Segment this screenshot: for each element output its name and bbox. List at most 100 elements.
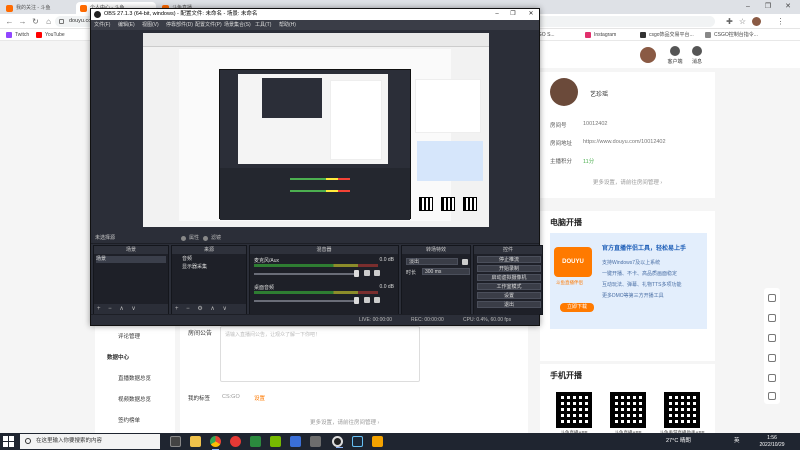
app-icon[interactable] xyxy=(230,436,241,447)
speaker-icon[interactable] xyxy=(364,270,370,276)
download-button[interactable]: 立即下载 xyxy=(560,303,594,312)
filters-button[interactable]: 滤镜 xyxy=(203,235,221,242)
volume-slider[interactable] xyxy=(254,300,358,302)
sidebar-item-video-data[interactable]: 视频数据总览 xyxy=(118,395,151,403)
steam-icon[interactable] xyxy=(352,436,363,447)
menu-view[interactable]: 视图(V) xyxy=(142,20,159,30)
exit-button[interactable]: 退出 xyxy=(477,301,541,308)
menu-tools[interactable]: 工具(T) xyxy=(255,20,271,30)
studio-mode-button[interactable]: 工作室模式 xyxy=(477,283,541,290)
menu-help[interactable]: 帮助(H) xyxy=(279,20,296,30)
headset-icon[interactable] xyxy=(768,354,776,362)
live-banner[interactable]: DOUYU 斗鱼直播伴侣 官方直播伴侣工具，轻松易上手 支持Windows7及以… xyxy=(550,233,707,329)
obs-close-button[interactable]: ✕ xyxy=(523,9,539,20)
virtual-camera-button[interactable]: 启动虚拟摄像机 xyxy=(477,274,541,281)
settings-button[interactable]: 设置 xyxy=(477,292,541,299)
chrome-icon[interactable] xyxy=(210,436,221,450)
gear-icon[interactable] xyxy=(374,270,380,276)
clock[interactable]: 1:56 2022/10/29 xyxy=(752,435,792,448)
app-icon[interactable] xyxy=(372,436,383,447)
gear-icon[interactable] xyxy=(374,297,380,303)
obs-preview-canvas[interactable] xyxy=(143,33,489,227)
bookmark-item[interactable]: Instagram xyxy=(585,30,616,40)
pc-live-card: 电脑开播 DOUYU 斗鱼直播伴侣 官方直播伴侣工具，轻松易上手 支持Windo… xyxy=(540,211,715,361)
avatar[interactable] xyxy=(640,47,656,63)
profile-more-link[interactable]: 更多设置，请前往房间管理 › xyxy=(540,178,715,186)
transition-select[interactable]: 淡出 xyxy=(406,258,458,265)
minimize-button[interactable]: – xyxy=(740,0,756,14)
gear-icon[interactable] xyxy=(462,259,468,265)
nvidia-icon[interactable] xyxy=(270,436,281,447)
sidebar-item-data-center[interactable]: 数据中心 xyxy=(107,353,129,361)
speaker-icon[interactable] xyxy=(364,297,370,303)
back-icon[interactable]: ← xyxy=(4,16,15,27)
volume-knob[interactable] xyxy=(354,270,359,277)
windows-taskbar: 在这里输入你要搜索的内容 27°C 晴朗 英 1:56 2022/10/29 xyxy=(0,433,800,450)
close-button[interactable]: ✕ xyxy=(780,0,796,14)
field-value: https://www.douyu.com/10012402 xyxy=(583,139,666,145)
star-icon[interactable]: ☆ xyxy=(737,16,748,27)
maximize-button[interactable]: ❐ xyxy=(760,0,776,14)
bookmark-item[interactable]: csgo饰品交易平台... xyxy=(640,30,694,40)
windows-start-icon[interactable] xyxy=(3,436,14,447)
sidebar-item-rankings[interactable]: 签约榜单 xyxy=(118,416,140,424)
extensions-icon[interactable]: ✚ xyxy=(724,16,735,27)
stop-streaming-button[interactable]: 停止推流 xyxy=(477,256,541,263)
menu-dots-icon[interactable]: ⋮ xyxy=(775,16,786,27)
volume-knob[interactable] xyxy=(354,297,359,304)
scene-item[interactable]: 场景 xyxy=(96,256,166,263)
browser-profile-avatar[interactable] xyxy=(752,17,761,26)
reload-icon[interactable]: ↻ xyxy=(30,16,41,27)
menu-scene-collection[interactable]: 场景集合(S) xyxy=(224,20,251,30)
sidebar-item-comments[interactable]: 评论管理 xyxy=(118,332,140,340)
client-icon xyxy=(670,46,680,56)
bookmark-favicon-icon xyxy=(36,32,42,38)
menu-edit[interactable]: 编辑(E) xyxy=(118,20,135,30)
sidebar-item-live-data[interactable]: 直播数据总览 xyxy=(118,374,151,382)
content-more-link[interactable]: 更多设置，请前往房间管理 › xyxy=(310,418,379,426)
task-view-icon[interactable] xyxy=(170,436,181,447)
app-icon[interactable] xyxy=(310,436,321,447)
source-item[interactable]: 音频 xyxy=(174,256,192,263)
app-icon[interactable] xyxy=(250,436,261,447)
banner-line: 互动玩法、弹幕、礼物TTS多项功能 xyxy=(602,282,682,288)
transitions-title: 转场特效 xyxy=(402,246,470,254)
bookmark-item[interactable]: YouTube xyxy=(36,30,65,40)
duration-input[interactable]: 300 ms xyxy=(422,268,470,275)
sources-toolbar[interactable]: + − ⚙ ∧ ∨ xyxy=(172,304,246,314)
header-messages[interactable]: 消息 xyxy=(684,46,710,65)
obs-maximize-button[interactable]: ❐ xyxy=(505,9,521,20)
home-icon[interactable] xyxy=(768,294,776,302)
video-icon[interactable] xyxy=(768,314,776,322)
forward-icon[interactable]: → xyxy=(17,16,28,27)
menu-file[interactable]: 文件(F) xyxy=(94,20,110,30)
help-icon[interactable] xyxy=(768,334,776,342)
profile-avatar xyxy=(550,78,578,106)
tag-item[interactable]: CS:GO xyxy=(222,394,240,400)
start-recording-button[interactable]: 开始录制 xyxy=(477,265,541,272)
bookmark-item[interactable]: CSGO控制台指令... xyxy=(705,30,758,40)
section-title: 手机开播 xyxy=(550,371,582,380)
tag-settings-link[interactable]: 设置 xyxy=(254,394,265,402)
file-explorer-icon[interactable] xyxy=(190,436,201,447)
volume-slider[interactable] xyxy=(254,273,358,275)
weather-label[interactable]: 27°C 晴朗 xyxy=(666,433,691,450)
feedback-icon[interactable] xyxy=(768,374,776,382)
obs-icon[interactable] xyxy=(332,436,343,448)
bookmark-item[interactable]: Twitch xyxy=(6,30,29,40)
taskbar-search-input[interactable]: 在这里输入你要搜索的内容 xyxy=(20,434,160,449)
field-value: 10012402 xyxy=(583,121,608,127)
menu-profile[interactable]: 配置文件(P) xyxy=(195,20,222,30)
announcement-input[interactable]: 请输入直播间公告，让观众了解一下你吧！ xyxy=(220,326,420,382)
source-item[interactable]: 显示器采集 xyxy=(174,264,207,271)
scenes-toolbar[interactable]: + − ∧ ∨ xyxy=(94,304,168,314)
app-icon[interactable] xyxy=(290,436,301,447)
top-icon[interactable] xyxy=(768,392,776,400)
properties-button[interactable]: 属性 xyxy=(181,235,199,242)
home-icon[interactable]: ⌂ xyxy=(43,16,54,27)
menu-docks[interactable]: 停靠部件(D) xyxy=(166,20,193,30)
input-language[interactable]: 英 xyxy=(734,433,740,450)
browser-tab[interactable]: 我的关注 - 斗鱼 xyxy=(2,2,74,14)
channel-db: 0.0 dB xyxy=(379,257,394,263)
obs-minimize-button[interactable]: – xyxy=(489,9,505,20)
